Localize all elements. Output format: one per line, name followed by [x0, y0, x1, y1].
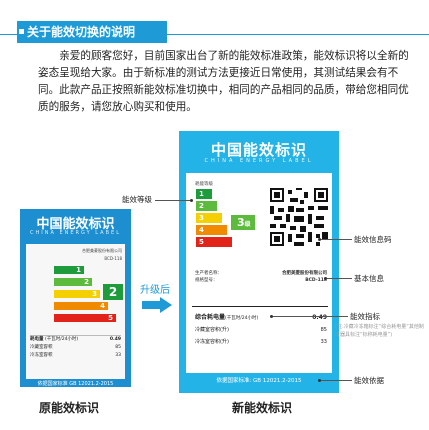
old-metric-label: 耗电量 — [30, 337, 44, 342]
old-label-info: 合肥美菱股份有限公司 BCD-118 — [30, 247, 122, 263]
callout-dot — [324, 277, 327, 280]
metric-unit: (千瓦时/24小时) — [225, 316, 259, 321]
section-header: 关于能效切换的说明 — [0, 9, 429, 43]
callout-line — [326, 278, 352, 279]
info-label: 规格型号： — [195, 278, 218, 283]
metric-row-value: 33 — [320, 339, 327, 345]
grade-number: 3 — [237, 216, 245, 229]
callout-dot — [270, 315, 273, 318]
info-label: 生产者名称： — [195, 271, 222, 276]
new-grade-badge: 3级 — [231, 215, 255, 230]
old-grade-badge: 2 — [103, 284, 123, 300]
old-grade-bar: 4 — [54, 302, 108, 310]
old-label-caption: 原能效标识 — [39, 401, 100, 415]
old-grade-bar: 2 — [54, 278, 92, 286]
callout-line — [155, 200, 191, 201]
old-row-label: 冷冻室容积 — [30, 353, 53, 358]
upgrade-label: 升级后 — [140, 285, 170, 296]
callout-line — [320, 239, 352, 240]
basic-info: 生产者名称： 合肥美菱股份有限公司 规格型号： BCD-118 — [195, 270, 327, 284]
new-grade-bar: 4 — [196, 225, 227, 235]
callout-line — [272, 316, 348, 317]
callout-dot — [318, 238, 321, 241]
new-label-panel: 耗能等级 1 2 3 4 5 3级 生产者名称： 合肥美菱股份有限公司 规格型号… — [186, 173, 332, 373]
energy-metrics: 综合耗电量(千瓦时/24小时) 0.49 冷藏室容积(升) 85 冷冻室容积(升) 3… — [195, 312, 327, 348]
upgrade-arrow-icon — [142, 297, 172, 313]
old-row-value: 85 — [115, 345, 121, 350]
old-metric-value: 0.49 — [109, 337, 121, 342]
callout-grade: 能效等级 — [122, 195, 152, 204]
level-heading: 耗能等级 — [195, 182, 213, 187]
new-grade-bar: 3 — [196, 213, 222, 223]
old-manufacturer: 合肥美菱股份有限公司 — [82, 248, 122, 253]
info-value: 合肥美菱股份有限公司 — [282, 271, 327, 276]
metric-label: 综合耗电量 — [195, 314, 226, 321]
old-energy-label: 中国能效标识 CHINA ENERGY LABEL 合肥美菱股份有限公司 BCD… — [20, 209, 131, 387]
old-metric-unit: (千瓦时/24小时) — [44, 337, 79, 342]
new-label-title: 中国能效标识 — [210, 141, 307, 159]
metric-row-value: 85 — [320, 327, 327, 333]
old-row-value: 33 — [115, 353, 121, 358]
divider — [192, 306, 328, 307]
new-energy-label: 中国能效标识 CHINA ENERGY LABEL 耗能等级 1 2 3 4 5… — [179, 131, 339, 393]
callout-line — [320, 380, 352, 381]
callout-indicator: 能效指标 — [350, 312, 380, 321]
callout-dot — [190, 199, 193, 202]
new-label-footer: 依据国家标准: GB 12021.2-2015 — [216, 378, 302, 384]
old-grade-bar: 3 — [54, 290, 100, 298]
new-grade-bar: 5 — [196, 237, 232, 247]
section-title: 关于能效切换的说明 — [17, 21, 167, 43]
old-metrics: 耗电量 (千瓦时/24小时) 0.49 冷藏室容积 85 冷冻室容积 33 — [30, 335, 121, 376]
old-row-label: 冷藏室容积 — [30, 345, 53, 350]
callout-info-code: 能效信息码 — [354, 235, 392, 244]
old-label-subtitle: CHINA ENERGY LABEL — [30, 230, 121, 236]
metric-row-label: 冷冻室容积(升) — [195, 339, 229, 345]
old-grade-bar: 5 — [54, 314, 116, 322]
new-label-caption: 新能效标识 — [232, 401, 293, 415]
metric-value: 0.49 — [312, 314, 327, 321]
callout-basis: 能效依据 — [354, 376, 384, 385]
new-grade-bar: 1 — [196, 189, 212, 199]
callout-indicator-note: (注:冷藏冷冻箱标注“综合耗电量”其他制冷器具标注“标称耗电量”) — [335, 324, 424, 338]
metric-row-label: 冷藏室容积(升) — [195, 327, 229, 333]
grade-unit: 级 — [244, 221, 251, 228]
intro-paragraph: 亲爱的顾客您好，目前国家出台了新的能效标准政策，能效标识将以全新的姿态呈现给大家… — [38, 50, 409, 113]
callout-basic-info: 基本信息 — [354, 274, 384, 283]
old-label-panel: 合肥美菱股份有限公司 BCD-118 1 2 3 4 5 2 耗电量 (千瓦时/… — [26, 244, 125, 379]
old-grade-bar: 1 — [54, 266, 84, 274]
new-grade-bar: 2 — [196, 201, 217, 211]
callout-dot — [318, 379, 321, 382]
new-label-subtitle: CHINA ENERGY LABEL — [204, 158, 314, 164]
old-label-footer: 依据国家标准 GB 12021.2-2015 — [37, 381, 114, 387]
